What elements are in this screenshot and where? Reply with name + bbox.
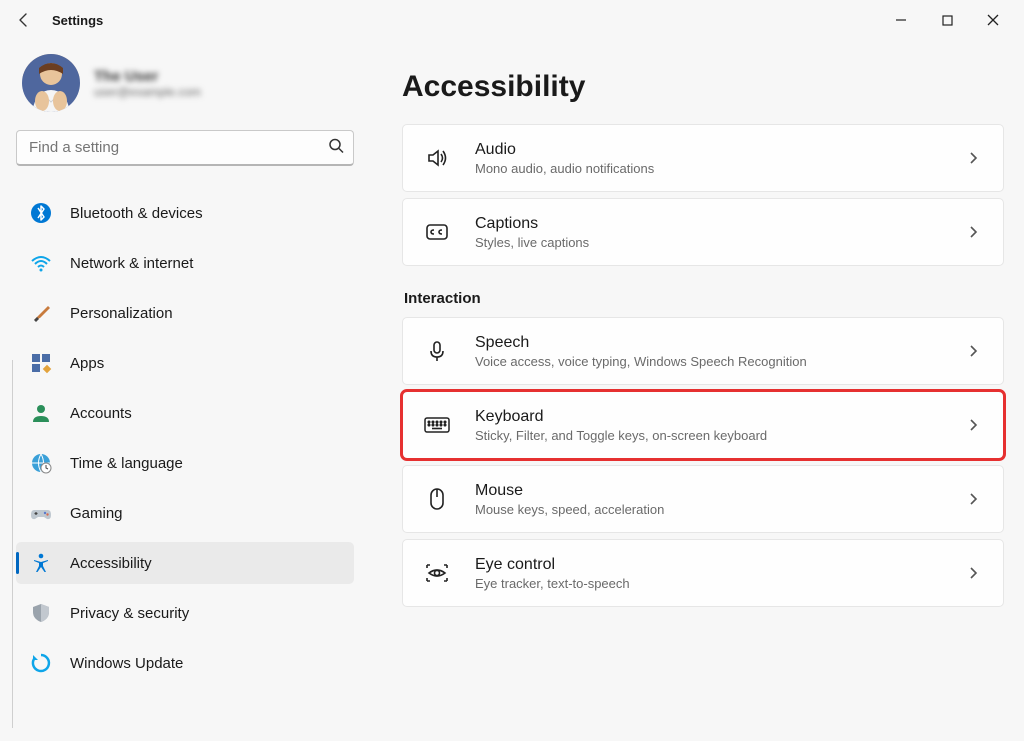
sidebar-item-label: Bluetooth & devices [70,205,203,222]
sidebar-item-time[interactable]: Time & language [16,442,354,484]
sidebar-item-label: Network & internet [70,255,193,272]
wifi-icon [30,252,52,274]
card-subtitle: Voice access, voice typing, Windows Spee… [475,354,963,369]
profile-email: user@example.com [94,85,201,99]
close-button[interactable] [970,4,1016,36]
sidebar-item-gaming[interactable]: Gaming [16,492,354,534]
main-content: Accessibility Audio Mono audio, audio no… [370,40,1024,741]
chevron-right-icon [963,148,983,168]
shield-icon [30,602,52,624]
sidebar-item-label: Windows Update [70,655,183,672]
sidebar-item-label: Accounts [70,405,132,422]
card-speech[interactable]: Speech Voice access, voice typing, Windo… [402,317,1004,385]
update-icon [30,652,52,674]
card-subtitle: Eye tracker, text-to-speech [475,576,963,591]
mouse-icon [423,485,451,513]
maximize-button[interactable] [924,4,970,36]
speaker-icon [423,144,451,172]
card-keyboard[interactable]: Keyboard Sticky, Filter, and Toggle keys… [402,391,1004,459]
card-audio[interactable]: Audio Mono audio, audio notifications [402,124,1004,192]
eye-icon [423,559,451,587]
card-title: Eye control [475,556,963,574]
card-title: Mouse [475,482,963,500]
keyboard-icon [423,411,451,439]
gamepad-icon [30,502,52,524]
titlebar: Settings [0,0,1024,40]
bluetooth-icon [30,202,52,224]
sidebar: The User user@example.com Bluetooth & de… [0,40,370,741]
card-title: Keyboard [475,408,963,426]
sidebar-divider [12,360,13,728]
minimize-button[interactable] [878,4,924,36]
page-title: Accessibility [402,70,1004,104]
sidebar-item-accounts[interactable]: Accounts [16,392,354,434]
card-eye-control[interactable]: Eye control Eye tracker, text-to-speech [402,539,1004,607]
apps-icon [30,352,52,374]
brush-icon [30,302,52,324]
search-icon [328,138,344,159]
profile-name: The User [94,68,201,85]
profile-block[interactable]: The User user@example.com [16,54,354,112]
card-subtitle: Styles, live captions [475,235,963,250]
sidebar-item-network[interactable]: Network & internet [16,242,354,284]
chevron-right-icon [963,341,983,361]
sidebar-item-label: Time & language [70,455,183,472]
card-title: Audio [475,141,963,159]
sidebar-item-update[interactable]: Windows Update [16,642,354,684]
card-subtitle: Mono audio, audio notifications [475,161,963,176]
sidebar-item-label: Accessibility [70,555,152,572]
avatar [22,54,80,112]
card-title: Speech [475,334,963,352]
search-box[interactable] [16,130,354,166]
sidebar-item-bluetooth[interactable]: Bluetooth & devices [16,192,354,234]
arrow-left-icon [16,12,32,28]
sidebar-item-privacy[interactable]: Privacy & security [16,592,354,634]
back-button[interactable] [8,4,40,36]
chevron-right-icon [963,222,983,242]
sidebar-item-accessibility[interactable]: Accessibility [16,542,354,584]
search-input[interactable] [16,130,354,166]
chevron-right-icon [963,489,983,509]
sidebar-item-label: Apps [70,355,104,372]
captions-icon [423,218,451,246]
window-controls [878,4,1016,36]
window-title: Settings [52,13,103,28]
sidebar-item-label: Gaming [70,505,123,522]
microphone-icon [423,337,451,365]
sidebar-item-label: Privacy & security [70,605,189,622]
card-subtitle: Sticky, Filter, and Toggle keys, on-scre… [475,428,963,443]
accessibility-icon [30,552,52,574]
card-mouse[interactable]: Mouse Mouse keys, speed, acceleration [402,465,1004,533]
minimize-icon [895,14,907,26]
chevron-right-icon [963,563,983,583]
card-title: Captions [475,215,963,233]
card-captions[interactable]: Captions Styles, live captions [402,198,1004,266]
sidebar-item-label: Personalization [70,305,173,322]
profile-text: The User user@example.com [94,68,201,99]
close-icon [987,14,999,26]
person-icon [30,402,52,424]
maximize-icon [942,15,953,26]
sidebar-nav: Bluetooth & devices Network & internet P… [16,188,354,688]
sidebar-item-apps[interactable]: Apps [16,342,354,384]
chevron-right-icon [963,415,983,435]
section-label: Interaction [404,290,1004,307]
clock-globe-icon [30,452,52,474]
card-subtitle: Mouse keys, speed, acceleration [475,502,963,517]
sidebar-item-personalization[interactable]: Personalization [16,292,354,334]
